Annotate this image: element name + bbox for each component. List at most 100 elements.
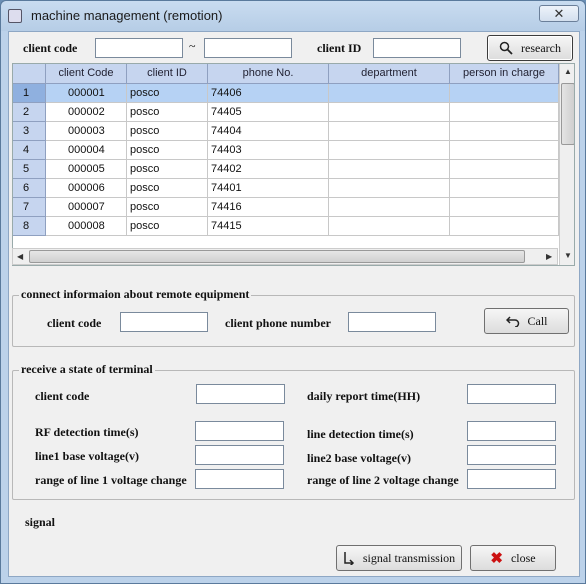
cell-phone: 74403: [208, 141, 329, 160]
close-button-label: close: [510, 550, 536, 565]
cell-client-id: posco: [127, 103, 208, 122]
scroll-up-arrow-icon[interactable]: ▲: [564, 67, 572, 76]
col-header-phone[interactable]: phone No.: [208, 64, 329, 84]
line2-voltage-label: line2 base voltage(v): [307, 451, 411, 465]
title-bar[interactable]: machine management (remotion) ✕: [1, 1, 585, 31]
client-grid[interactable]: client Code client ID phone No. departme…: [12, 63, 575, 266]
terminal-client-code-label: client code: [35, 389, 90, 403]
table-row[interactable]: 5 000005 posco 74402: [13, 160, 559, 179]
call-button[interactable]: Call: [484, 308, 569, 334]
cell-phone: 74401: [208, 179, 329, 198]
cell-client-code: 000007: [46, 198, 127, 217]
cell-client-code: 000003: [46, 122, 127, 141]
line1-voltage-input[interactable]: [195, 445, 284, 465]
grid-vertical-scrollbar[interactable]: ▲ ▼: [559, 64, 574, 265]
cell-department: [329, 103, 450, 122]
grid-horizontal-scrollbar[interactable]: ◀ ▶: [12, 248, 558, 265]
table-row[interactable]: 7 000007 posco 74416: [13, 198, 559, 217]
client-code-label: client code: [23, 41, 78, 55]
cell-phone: 74406: [208, 84, 329, 103]
app-window: machine management (remotion) ✕ client c…: [0, 0, 586, 584]
cell-department: [329, 179, 450, 198]
cell-phone: 74416: [208, 198, 329, 217]
terminal-group-title: receive a state of terminal: [19, 362, 155, 377]
cell-phone: 74404: [208, 122, 329, 141]
line1-range-input[interactable]: [195, 469, 284, 489]
cell-client-code: 000002: [46, 103, 127, 122]
connect-group: connect informaion about remote equipmen…: [12, 287, 575, 347]
line2-range-input[interactable]: [467, 469, 556, 489]
cell-client-id: posco: [127, 84, 208, 103]
horizontal-scroll-thumb[interactable]: [29, 250, 525, 263]
cell-client-code: 000001: [46, 84, 127, 103]
cell-person: [450, 103, 559, 122]
client-code-from-input[interactable]: [95, 38, 183, 58]
cell-client-id: posco: [127, 141, 208, 160]
cell-department: [329, 122, 450, 141]
table-row[interactable]: 4 000004 posco 74403: [13, 141, 559, 160]
terminal-group: receive a state of terminal client code …: [12, 362, 575, 500]
cell-person: [450, 84, 559, 103]
signal-label: signal: [25, 515, 56, 529]
search-icon: [499, 41, 513, 55]
row-number: 6: [13, 179, 46, 198]
cell-department: [329, 160, 450, 179]
cell-person: [450, 217, 559, 236]
signal-arrow-icon: [344, 552, 354, 565]
table-row[interactable]: 1 000001 posco 74406: [13, 84, 559, 103]
col-header-client-id[interactable]: client ID: [127, 64, 208, 84]
col-header-client-code[interactable]: client Code: [46, 64, 127, 84]
cell-client-id: posco: [127, 217, 208, 236]
col-header-department[interactable]: department: [329, 64, 450, 84]
line1-voltage-label: line1 base voltage(v): [35, 449, 139, 463]
row-number: 5: [13, 160, 46, 179]
range-separator: ~: [189, 39, 196, 53]
connect-group-title: connect informaion about remote equipmen…: [19, 287, 252, 302]
client-phone-label: client phone number: [225, 316, 332, 330]
scroll-left-arrow-icon[interactable]: ◀: [17, 252, 23, 261]
client-phone-input[interactable]: [348, 312, 436, 332]
table-row[interactable]: 8 000008 posco 74415: [13, 217, 559, 236]
daily-report-input[interactable]: [467, 384, 556, 404]
cell-phone: 74405: [208, 103, 329, 122]
window-title: machine management (remotion): [31, 8, 223, 23]
cell-client-code: 000005: [46, 160, 127, 179]
table-row[interactable]: 2 000002 posco 74405: [13, 103, 559, 122]
cell-department: [329, 217, 450, 236]
rf-detection-input[interactable]: [195, 421, 284, 441]
window-close-button[interactable]: ✕: [539, 5, 579, 22]
client-id-input[interactable]: [373, 38, 461, 58]
line-detection-input[interactable]: [467, 421, 556, 441]
grid-corner: [13, 64, 46, 84]
table-row[interactable]: 3 000003 posco 74404: [13, 122, 559, 141]
cell-department: [329, 198, 450, 217]
table-row[interactable]: 6 000006 posco 74401: [13, 179, 559, 198]
scroll-down-arrow-icon[interactable]: ▼: [564, 251, 572, 260]
vertical-scroll-thumb[interactable]: [561, 83, 574, 145]
app-icon: [8, 9, 22, 23]
call-button-label: Call: [527, 313, 548, 328]
cell-person: [450, 179, 559, 198]
daily-report-label: daily report time(HH): [307, 389, 421, 403]
col-header-person[interactable]: person in charge: [450, 64, 559, 84]
close-x-icon: ✖: [490, 550, 503, 567]
row-number: 2: [13, 103, 46, 122]
research-button[interactable]: research: [487, 35, 573, 61]
cell-client-id: posco: [127, 198, 208, 217]
client-code-to-input[interactable]: [204, 38, 292, 58]
row-number: 3: [13, 122, 46, 141]
cell-person: [450, 198, 559, 217]
undo-arrow-icon: [505, 316, 519, 327]
signal-transmission-button[interactable]: signal transmission: [336, 545, 462, 571]
line2-voltage-input[interactable]: [467, 445, 556, 465]
cell-person: [450, 122, 559, 141]
cell-person: [450, 141, 559, 160]
close-button[interactable]: ✖ close: [470, 545, 556, 571]
cell-person: [450, 160, 559, 179]
line-detection-label: line detection time(s): [307, 427, 414, 441]
scroll-right-arrow-icon[interactable]: ▶: [546, 252, 552, 261]
terminal-client-code-input[interactable]: [196, 384, 285, 404]
cell-client-id: posco: [127, 179, 208, 198]
connect-client-code-input[interactable]: [120, 312, 208, 332]
dialog-body: client code ~ client ID research client …: [8, 31, 580, 577]
